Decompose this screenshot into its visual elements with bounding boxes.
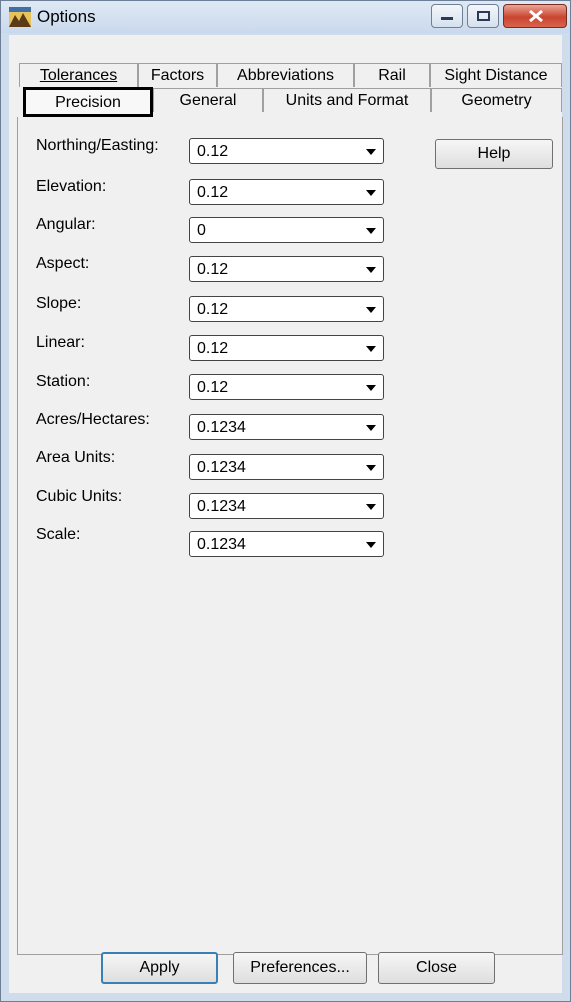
tab-general[interactable]: General (153, 88, 263, 112)
help-button-label: Help (477, 145, 511, 162)
tab-geometry-label: Geometry (461, 91, 532, 109)
tab-sight-distance-label: Sight Distance (444, 66, 548, 84)
chevron-down-icon (366, 425, 376, 431)
close-icon (529, 9, 543, 23)
app-icon (9, 7, 31, 27)
maximize-button[interactable] (467, 4, 499, 28)
chevron-down-icon (366, 190, 376, 196)
close-button-label: Close (416, 959, 457, 976)
chevron-down-icon (366, 346, 376, 352)
area-units-value: 0.1234 (197, 459, 246, 476)
tab-units-and-format[interactable]: Units and Format (263, 88, 431, 112)
preferences-button-label: Preferences... (250, 959, 350, 976)
slope-value: 0.12 (197, 301, 229, 318)
tab-rail-label: Rail (378, 66, 406, 84)
tab-abbreviations[interactable]: Abbreviations (217, 63, 354, 87)
acres-hectares-select[interactable]: 0.1234 (189, 414, 384, 440)
chevron-down-icon (366, 149, 376, 155)
area-units-label: Area Units: (36, 449, 116, 466)
aspect-select[interactable]: 0.12 (189, 256, 384, 282)
tab-factors-label: Factors (150, 66, 205, 84)
chevron-down-icon (366, 267, 376, 273)
window-title: Options (37, 7, 96, 26)
station-select[interactable]: 0.12 (189, 374, 384, 400)
northing-easting-value: 0.12 (197, 143, 229, 160)
acres-hectares-label: Acres/Hectares: (36, 411, 150, 428)
close-button[interactable]: Close (378, 952, 495, 984)
close-window-button[interactable] (503, 4, 567, 28)
cubic-units-label: Cubic Units: (36, 488, 123, 505)
tab-precision[interactable]: Precision (23, 87, 153, 117)
tab-factors[interactable]: Factors (138, 63, 217, 87)
minimize-icon (441, 17, 453, 20)
tab-tolerances[interactable]: Tolerances (19, 63, 138, 87)
aspect-value: 0.12 (197, 261, 229, 278)
chevron-down-icon (366, 504, 376, 510)
scale-label: Scale: (36, 526, 81, 543)
angular-select[interactable]: 0 (189, 217, 384, 243)
tab-precision-label: Precision (55, 93, 121, 111)
cubic-units-select[interactable]: 0.1234 (189, 493, 384, 519)
linear-value: 0.12 (197, 340, 229, 357)
northing-easting-label: Northing/Easting: (36, 137, 159, 154)
tab-units-and-format-label: Units and Format (285, 91, 409, 109)
chevron-down-icon (366, 542, 376, 548)
preferences-button[interactable]: Preferences... (233, 952, 367, 984)
apply-button[interactable]: Apply (101, 952, 218, 984)
angular-value: 0 (197, 222, 206, 239)
options-window: Options Tolerances Factors Abbreviations… (0, 0, 571, 1002)
title-bar[interactable]: Options (1, 1, 570, 33)
aspect-label: Aspect: (36, 255, 90, 272)
elevation-value: 0.12 (197, 184, 229, 201)
tab-sight-distance[interactable]: Sight Distance (430, 63, 562, 87)
angular-label: Angular: (36, 216, 96, 233)
tab-rail[interactable]: Rail (354, 63, 430, 87)
tab-tolerances-label: Tolerances (39, 66, 118, 84)
chevron-down-icon (366, 385, 376, 391)
elevation-label: Elevation: (36, 178, 107, 195)
acres-hectares-value: 0.1234 (197, 419, 246, 436)
chevron-down-icon (366, 307, 376, 313)
slope-label: Slope: (36, 295, 82, 312)
linear-select[interactable]: 0.12 (189, 335, 384, 361)
station-label: Station: (36, 373, 91, 390)
chevron-down-icon (366, 465, 376, 471)
chevron-down-icon (366, 228, 376, 234)
maximize-icon (477, 11, 490, 21)
elevation-select[interactable]: 0.12 (189, 179, 384, 205)
tab-geometry[interactable]: Geometry (431, 88, 562, 112)
minimize-button[interactable] (431, 4, 463, 28)
help-button[interactable]: Help (435, 139, 553, 169)
linear-label: Linear: (36, 334, 85, 351)
area-units-select[interactable]: 0.1234 (189, 454, 384, 480)
northing-easting-select[interactable]: 0.12 (189, 138, 384, 164)
apply-button-label: Apply (139, 959, 180, 976)
tab-row-top: Tolerances Factors Abbreviations Rail Si… (9, 63, 562, 87)
tab-abbreviations-label: Abbreviations (237, 66, 334, 84)
scale-select[interactable]: 0.1234 (189, 531, 384, 557)
cubic-units-value: 0.1234 (197, 498, 246, 515)
station-value: 0.12 (197, 379, 229, 396)
scale-value: 0.1234 (197, 536, 246, 553)
slope-select[interactable]: 0.12 (189, 296, 384, 322)
tab-row-bottom: Precision General Units and Format Geome… (9, 87, 562, 117)
tab-general-label: General (179, 91, 237, 109)
